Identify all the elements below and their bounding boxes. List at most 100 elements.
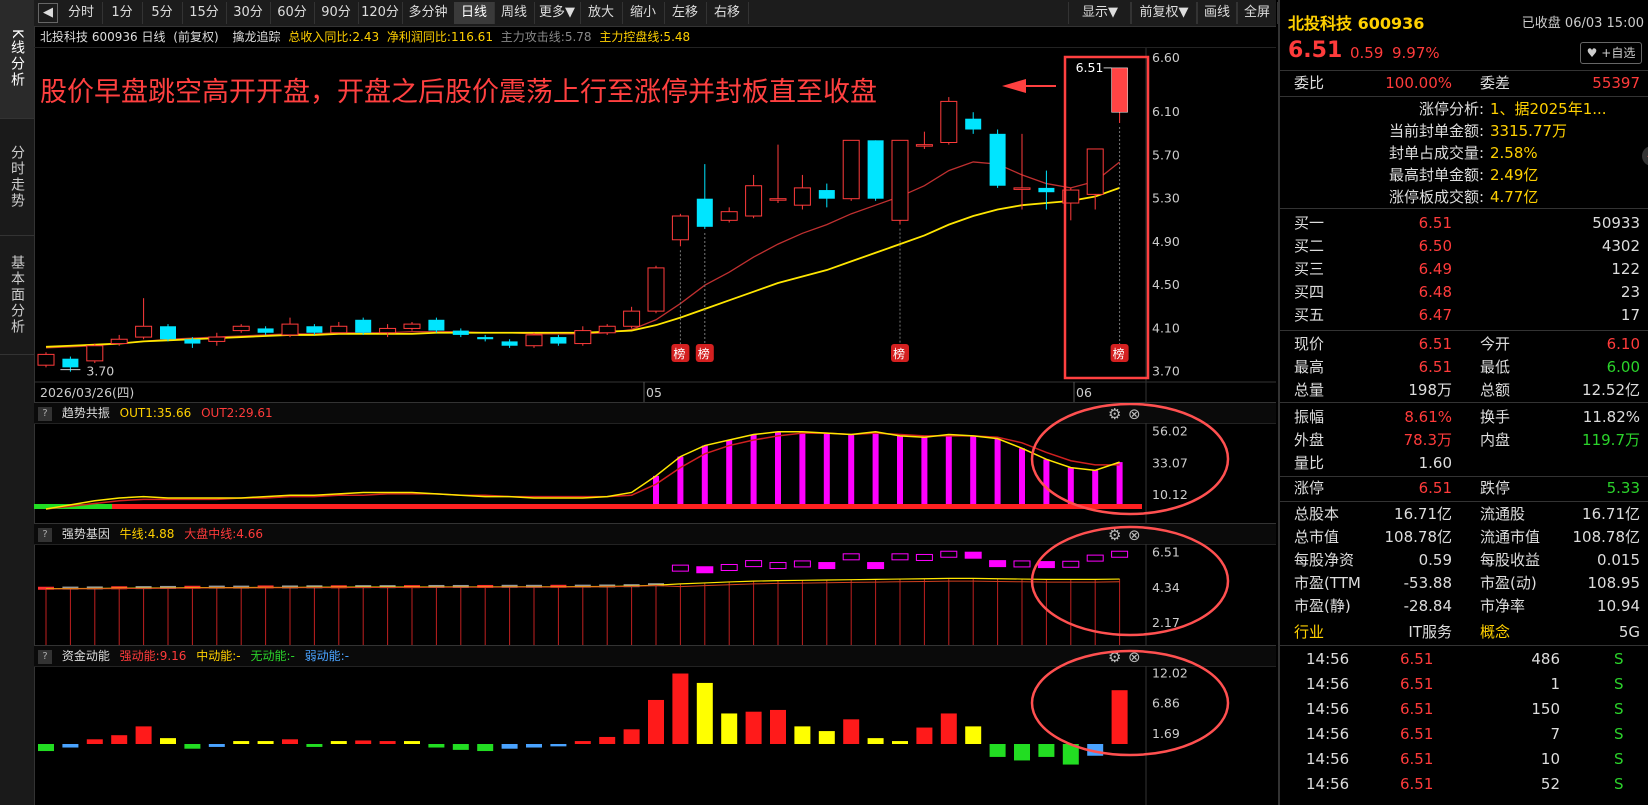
y-tick-label: 6.10 — [1152, 104, 1180, 119]
toolbar-item[interactable]: 更多▼ — [534, 2, 581, 24]
y-tick-label: 10.12 — [1152, 487, 1188, 502]
sub2-mark — [1086, 554, 1104, 562]
toolbar-right-item[interactable]: 前复权▼ — [1130, 2, 1198, 24]
sub3-bar — [306, 744, 323, 747]
sub3-bar — [770, 709, 786, 744]
market-status: 已收盘 06/03 15:00 — [1521, 16, 1644, 31]
left-tab-bar: K线分析 分时走势 基本面分析 — [0, 0, 35, 805]
sub2-mark — [842, 553, 860, 561]
candle-body — [550, 337, 567, 344]
toolbar-item[interactable]: 1分 — [102, 2, 143, 24]
tab-intraday[interactable]: 分时走势 — [0, 119, 34, 236]
collapse-icon[interactable]: ◀ — [38, 3, 58, 23]
toolbar-item[interactable]: 多分钟 — [402, 2, 455, 24]
stat-row: 总量 198万 总额 12.52亿 — [1294, 381, 1640, 399]
sub3-bar — [916, 727, 933, 744]
candle-body — [671, 215, 689, 241]
toolbar-item[interactable]: 日线 — [454, 2, 495, 24]
bid-row: 买三 6.49 122 — [1294, 260, 1640, 278]
x-tick-label: 06 — [1076, 385, 1092, 400]
sub3-bar — [330, 741, 347, 744]
candle-body — [501, 341, 518, 346]
y-tick-label: 1.69 — [1152, 726, 1180, 741]
stat-row: 最高 6.51 最低 6.00 — [1294, 358, 1640, 376]
limit-info-row: 涨停分析: 1、据2025年1... — [1418, 100, 1607, 118]
sub3-bar — [965, 726, 982, 744]
limit-info-row: 涨停板成交额: 4.77亿 — [1388, 188, 1539, 206]
strong-gene-panel[interactable]: ? 强势基因 牛线:4.88 大盘中线:4.66 6.51 4.34 2.17 ⚙ ⊗ — [34, 524, 1276, 646]
low-price-label: 3.70 — [86, 364, 114, 379]
limit-row: 涨停 6.51 跌停 5.33 — [1294, 479, 1640, 497]
toolbar-item[interactable]: 30分 — [226, 2, 271, 24]
limit-info-row: 当前封单金额: 3315.77万 — [1388, 122, 1568, 140]
toolbar-item[interactable]: 放大 — [580, 2, 623, 24]
toolbar-right-item[interactable]: 显示▼ — [1068, 2, 1132, 24]
fundamental-row: 总股本 16.71亿 流通股 16.71亿 — [1294, 505, 1640, 523]
toolbar-item[interactable]: 120分 — [358, 2, 403, 24]
sub3-bar — [794, 726, 811, 744]
tick-row: 14:56 6.51 7 S — [1306, 725, 1624, 743]
sub3-bar — [452, 744, 469, 750]
fundamental-row: 市盈(静) -28.84 市净率 10.94 — [1294, 597, 1640, 615]
fund-momentum-panel[interactable]: ? 资金动能 强动能:9.16 中动能:- 无动能:- 弱动能:- 12.02 6… — [34, 646, 1276, 805]
stat2-row: 振幅 8.61% 换手 11.82% — [1294, 408, 1640, 426]
sub3-bar — [62, 744, 79, 748]
sub3-bar — [501, 744, 518, 749]
bid-row: 买一 6.51 50933 — [1294, 214, 1640, 232]
toolbar-item[interactable]: 90分 — [314, 2, 359, 24]
sub1-bar — [1067, 467, 1074, 504]
toolbar-item[interactable]: 左移 — [664, 2, 707, 24]
candle-body — [208, 336, 226, 342]
candle-body — [452, 330, 469, 335]
highlight-circle — [1030, 649, 1230, 757]
quote-panel: 北投科技 600936 已收盘 06/03 15:00 6.51 0.59 9.… — [1278, 0, 1648, 805]
tab-fundamental[interactable]: 基本面分析 — [0, 236, 34, 355]
tab-kline-analysis[interactable]: K线分析 — [0, 0, 34, 119]
sub2-mark — [769, 562, 787, 570]
adjust-mode: (前复权) — [173, 30, 219, 44]
sub3-bar — [160, 738, 176, 744]
trend-resonance-panel[interactable]: ? 趋势共振 OUT1:35.66 OUT2:29.61 56.02 33.07 1… — [34, 403, 1276, 524]
sub1-bar — [1116, 462, 1123, 504]
list-badge-text: 榜 — [698, 346, 710, 361]
sub3-bar — [696, 682, 713, 744]
sub3-bar — [1038, 744, 1055, 757]
add-watchlist-button[interactable]: ♥ +自选 — [1580, 42, 1642, 64]
close-icon: ⊗ — [1128, 526, 1141, 544]
toolbar-item[interactable]: 周线 — [494, 2, 535, 24]
candle-body — [1111, 67, 1128, 113]
last-price: 6.51 — [1288, 38, 1343, 63]
y-tick-label: 33.07 — [1152, 455, 1188, 470]
sub3-bar — [233, 741, 250, 744]
toolbar-item[interactable]: 60分 — [270, 2, 315, 24]
candle-body — [232, 325, 250, 332]
candle-body — [818, 190, 835, 199]
toolbar-item[interactable]: 15分 — [182, 2, 227, 24]
y-tick-label: 4.90 — [1152, 234, 1180, 249]
candle-body — [355, 319, 372, 333]
sub1-bar — [970, 435, 977, 504]
high-price-label: 6.51 — [1076, 60, 1104, 75]
sub2-mark — [671, 564, 689, 572]
stat2-row: 量比 1.60 — [1294, 454, 1452, 472]
toolbar-right-item[interactable]: 画线 — [1196, 2, 1238, 24]
fundamental-row: 每股净资 0.59 每股收益 0.015 — [1294, 551, 1640, 569]
sub1-bar — [848, 434, 855, 504]
toolbar-item[interactable]: 右移 — [706, 2, 749, 24]
toolbar-item[interactable]: 5分 — [142, 2, 183, 24]
sub3-bar — [282, 739, 298, 744]
toolbar-right-item[interactable]: 全屏 — [1236, 2, 1278, 24]
candle-body — [110, 338, 128, 345]
industry-row: 行业 IT服务 概念 5G — [1294, 623, 1640, 641]
stock-title: 北投科技 600936 日线 — [40, 30, 166, 44]
tick-row: 14:56 6.51 1 S — [1306, 675, 1624, 693]
sub1-bar — [653, 475, 659, 504]
toolbar-item[interactable]: 分时 — [60, 2, 103, 24]
sub2-mark — [891, 553, 909, 561]
indicator-name[interactable]: 擒龙追踪 — [232, 30, 280, 44]
y-tick-label: 4.50 — [1152, 277, 1180, 292]
toolbar-item[interactable]: 缩小 — [622, 2, 665, 24]
main-kline-chart[interactable]: 6.60 6.10 5.70 5.30 4.90 4.50 4.10 3.70 2026/03/… — [34, 48, 1276, 403]
sub1-bar — [775, 431, 781, 504]
candle-body — [965, 118, 982, 130]
